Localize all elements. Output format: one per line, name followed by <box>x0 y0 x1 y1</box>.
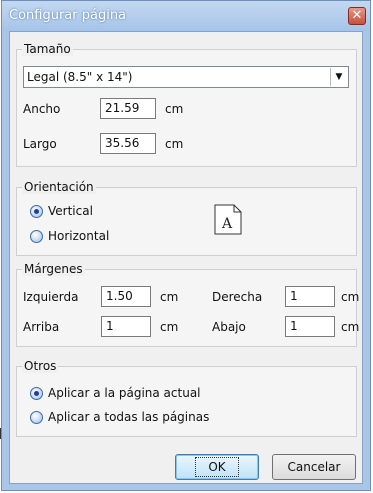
width-unit: cm <box>165 102 184 116</box>
radio-apply-all-label[interactable]: Aplicar a todas las páginas <box>48 410 209 424</box>
paper-size-select[interactable]: Legal (8.5" x 14") ▼ <box>23 66 349 88</box>
top-margin-field[interactable]: 1 <box>101 316 151 337</box>
width-label: Ancho <box>23 102 61 116</box>
right-margin-unit: cm <box>341 290 360 304</box>
height-label: Largo <box>23 137 57 151</box>
preview-letter: A <box>221 216 233 232</box>
bottom-margin-unit: cm <box>341 320 360 334</box>
close-icon: ✕ <box>351 8 363 23</box>
margins-group: Márgenes Izquierda 1.50 cm Derecha 1 cm … <box>16 262 360 347</box>
right-margin-label: Derecha <box>212 290 263 304</box>
title-bar[interactable]: Configurar página ✕ <box>2 1 370 31</box>
cancel-button[interactable]: Cancelar <box>272 454 356 480</box>
other-group: Otros Aplicar a la página actual Aplicar… <box>16 359 357 437</box>
radio-apply-current-label[interactable]: Aplicar a la página actual <box>48 386 201 400</box>
page-portrait-icon: A <box>214 204 242 235</box>
bottom-margin-field[interactable]: 1 <box>285 316 335 337</box>
size-group: Tamaño Legal (8.5" x 14") ▼ Ancho 21.59 … <box>16 42 357 167</box>
width-field[interactable]: 21.59 <box>100 98 156 119</box>
left-margin-field[interactable]: 1.50 <box>101 286 151 307</box>
orientation-legend: Orientación <box>22 180 96 194</box>
ok-button[interactable]: OK <box>175 454 259 480</box>
size-legend: Tamaño <box>22 42 73 56</box>
right-margin-field[interactable]: 1 <box>285 286 335 307</box>
radio-horizontal[interactable] <box>30 230 43 243</box>
height-field[interactable]: 35.56 <box>100 133 156 154</box>
radio-vertical[interactable] <box>30 205 43 218</box>
radio-apply-all[interactable] <box>30 411 43 424</box>
radio-apply-current[interactable] <box>30 387 43 400</box>
margins-legend: Márgenes <box>22 262 85 276</box>
radio-vertical-label[interactable]: Vertical <box>48 204 93 218</box>
close-button[interactable]: ✕ <box>348 7 366 25</box>
ok-button-label: OK <box>195 457 239 477</box>
top-margin-unit: cm <box>160 320 179 334</box>
dialog-body: Tamaño Legal (8.5" x 14") ▼ Ancho 21.59 … <box>9 31 363 484</box>
radio-horizontal-label[interactable]: Horizontal <box>48 229 109 243</box>
dialog-title: Configurar página <box>9 8 127 23</box>
other-legend: Otros <box>22 359 59 373</box>
paper-size-value: Legal (8.5" x 14") <box>27 70 133 84</box>
page-setup-dialog: Configurar página ✕ Tamaño Legal (8.5" x… <box>1 0 371 491</box>
orientation-group: Orientación Vertical Horizontal A <box>16 180 357 256</box>
chevron-down-icon[interactable]: ▼ <box>330 68 347 86</box>
left-margin-label: Izquierda <box>23 290 79 304</box>
height-unit: cm <box>165 137 184 151</box>
top-margin-label: Arriba <box>23 320 60 334</box>
bottom-margin-label: Abajo <box>212 320 246 334</box>
left-margin-unit: cm <box>160 290 179 304</box>
